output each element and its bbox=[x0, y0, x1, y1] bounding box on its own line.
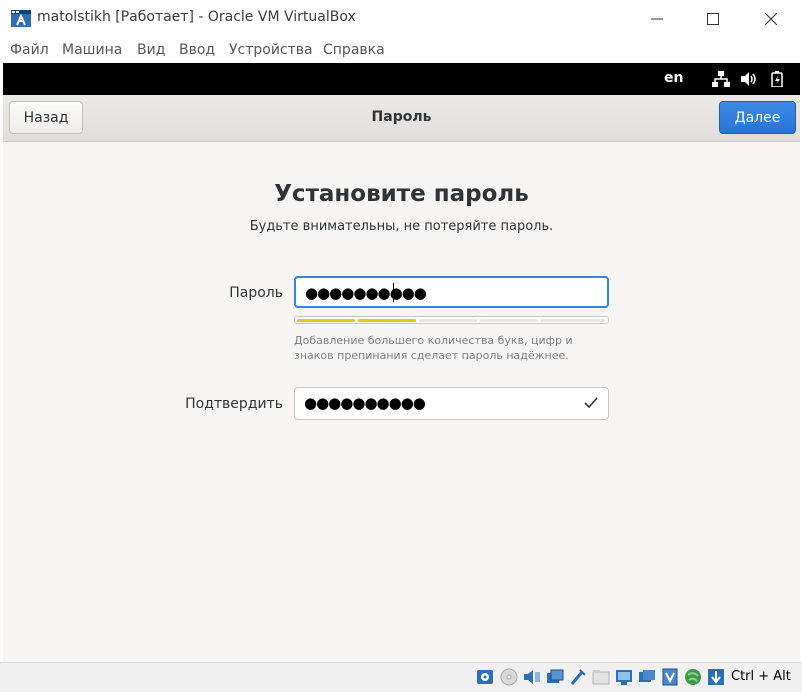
shared-folders-icon[interactable] bbox=[592, 667, 610, 687]
menu-view[interactable]: Вид bbox=[137, 42, 165, 58]
menu-machine[interactable]: Машина bbox=[62, 42, 122, 58]
installer-headerbar: Назад Пароль Далее bbox=[3, 95, 800, 142]
window-titlebar: matolstikh [Работает] - Oracle VM Virtua… bbox=[0, 0, 802, 37]
menu-file[interactable]: Файл bbox=[10, 42, 49, 58]
keyboard-layout-indicator[interactable]: en bbox=[664, 70, 683, 86]
confirm-value: ●●●●●●●●●● bbox=[304, 394, 426, 412]
usb-icon[interactable] bbox=[569, 667, 587, 687]
vm-screen[interactable]: en Назад Пароль Далее Установите пароль … bbox=[3, 63, 800, 662]
hard-disk-icon[interactable] bbox=[476, 667, 494, 687]
password-value: ●●●●●●●●●● bbox=[305, 284, 427, 302]
strength-segment-4 bbox=[480, 319, 538, 322]
gnome-topbar: en bbox=[3, 63, 800, 95]
mouse-integration-icon[interactable] bbox=[684, 667, 702, 687]
display-icon[interactable] bbox=[615, 667, 633, 687]
virtualbox-icon bbox=[10, 8, 32, 28]
close-icon bbox=[765, 12, 777, 25]
host-key-label: Ctrl + Alt bbox=[731, 669, 791, 684]
volume-icon[interactable] bbox=[740, 71, 758, 87]
menu-devices[interactable]: Устройства bbox=[229, 42, 313, 58]
next-button[interactable]: Далее bbox=[719, 101, 796, 134]
close-button[interactable] bbox=[742, 0, 800, 37]
window-title: matolstikh [Работает] - Oracle VM Virtua… bbox=[37, 9, 356, 25]
audio-icon[interactable] bbox=[523, 667, 541, 687]
page-subtitle: Будьте внимательны, не потеряйте пароль. bbox=[249, 219, 554, 234]
menubar: Файл Машина Вид Ввод Устройства Справка bbox=[0, 37, 802, 63]
strength-segment-1 bbox=[297, 319, 355, 322]
strength-segment-2 bbox=[358, 319, 416, 322]
vbox-statusbar: Ctrl + Alt bbox=[0, 662, 802, 692]
password-hint: Добавление большего количества букв, циф… bbox=[294, 334, 573, 362]
keyboard-capture-icon[interactable] bbox=[707, 667, 725, 687]
battery-icon[interactable] bbox=[769, 71, 787, 88]
menu-input[interactable]: Ввод bbox=[179, 42, 215, 58]
video-capture-icon[interactable] bbox=[638, 667, 656, 687]
network-icon[interactable] bbox=[712, 71, 730, 87]
confirm-label: Подтвердить bbox=[185, 396, 283, 412]
menu-help[interactable]: Справка bbox=[323, 42, 385, 58]
page-heading: Установите пароль bbox=[274, 181, 529, 207]
maximize-icon bbox=[707, 12, 719, 25]
text-cursor bbox=[393, 283, 394, 302]
network-adapter-icon[interactable] bbox=[546, 667, 564, 687]
optical-drive-icon[interactable] bbox=[500, 667, 518, 687]
page-title: Пароль bbox=[371, 109, 432, 125]
minimize-button[interactable] bbox=[628, 0, 686, 37]
strength-segment-5 bbox=[541, 319, 605, 322]
minimize-icon bbox=[651, 18, 663, 19]
maximize-button[interactable] bbox=[684, 0, 742, 37]
strength-segment-3 bbox=[419, 319, 477, 322]
cpu-icon[interactable] bbox=[661, 667, 679, 687]
password-strength-bar bbox=[294, 316, 609, 324]
confirm-password-field[interactable]: ●●●●●●●●●● bbox=[294, 387, 609, 420]
check-icon bbox=[584, 397, 598, 409]
password-label: Пароль bbox=[229, 285, 283, 301]
password-field[interactable]: ●●●●●●●●●● bbox=[294, 276, 609, 308]
